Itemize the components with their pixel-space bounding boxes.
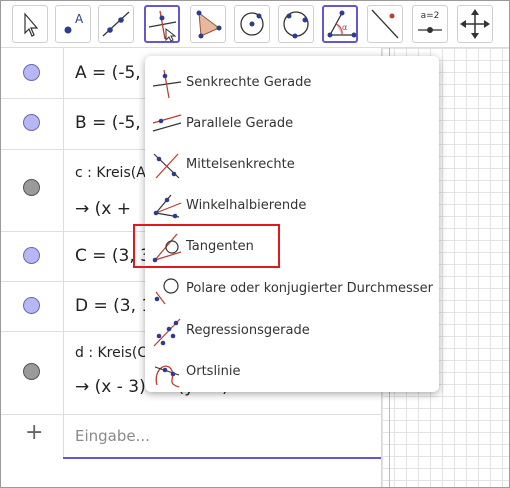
best-fit-line-icon <box>153 318 181 347</box>
line-through-points-icon <box>102 11 130 37</box>
perpendicular-line-icon <box>152 69 182 99</box>
input-bar[interactable]: Eingabe... <box>75 427 150 445</box>
visibility-toggle[interactable] <box>23 247 40 264</box>
visibility-toggle[interactable] <box>23 64 40 81</box>
svg-text:A: A <box>75 12 84 26</box>
circle-center-tool-button[interactable] <box>234 5 270 43</box>
toolbar: A α a=2 <box>1 1 509 48</box>
perpendicular-bisector-icon <box>153 153 180 179</box>
visibility-toggle[interactable] <box>23 179 40 196</box>
reflect-tool-button[interactable] <box>367 5 403 43</box>
algebra-expression[interactable]: D = (3, 1 <box>75 296 152 316</box>
menu-item-perpendicular-bisector[interactable]: Mittelsenkrechte <box>145 146 439 186</box>
line-tool-button[interactable] <box>98 5 134 43</box>
svg-text:α: α <box>342 23 347 32</box>
menu-item-parallel-line[interactable]: Parallele Gerade <box>145 105 439 145</box>
reflect-line-icon <box>371 9 399 39</box>
move-view-tool-button[interactable] <box>457 5 493 43</box>
move-graphics-icon <box>460 9 490 39</box>
input-underline <box>63 457 381 459</box>
algebra-expression[interactable]: A = (-5, <box>75 63 141 83</box>
highlight-box <box>133 224 280 268</box>
visibility-toggle[interactable] <box>23 363 40 380</box>
visibility-toggle[interactable] <box>23 114 40 131</box>
polar-line-icon <box>154 278 179 305</box>
point-tool-button[interactable]: A <box>55 5 91 43</box>
add-icon[interactable]: + <box>25 420 43 445</box>
menu-item-locus[interactable]: Ortslinie <box>145 353 439 393</box>
slider-tool-button[interactable]: a=2 <box>412 5 448 43</box>
perpendicular-tool-button[interactable] <box>144 5 180 43</box>
menu-item-polar-line[interactable]: Polare oder konjugierter Durchmesser <box>145 270 439 310</box>
slider-icon <box>418 27 442 33</box>
circle-three-points-tool-button[interactable] <box>278 5 314 43</box>
menu-item-angle-bisector[interactable]: Winkelhalbierende <box>145 187 439 227</box>
polygon-tool-button[interactable] <box>190 5 226 43</box>
menu-item-best-fit-line[interactable]: Regressionsgerade <box>145 312 439 352</box>
algebra-expression[interactable]: B = (-5, <box>75 113 141 133</box>
move-tool-button[interactable] <box>12 5 48 43</box>
algebra-expression[interactable]: → (x + <box>75 199 131 219</box>
visibility-toggle[interactable] <box>23 297 40 314</box>
algebra-definition[interactable]: c : Kreis(A <box>75 165 146 181</box>
input-row[interactable]: + Eingabe... <box>1 414 381 459</box>
circle-center-icon <box>240 12 264 36</box>
angle-bisector-icon <box>153 194 182 219</box>
app-window: A α a=2 A = (-5, B = (-5, c: Kreis(A → … <box>0 0 510 488</box>
perpendicular-line-icon <box>148 10 177 42</box>
point-a-icon: A <box>64 12 84 34</box>
arrow-cursor-icon <box>24 12 39 37</box>
angle-tool-button[interactable]: α <box>322 5 358 43</box>
circle-three-points-icon <box>283 11 309 39</box>
locus-icon <box>154 365 180 388</box>
menu-item-perpendicular-line[interactable]: Senkrechte Gerade <box>145 64 439 104</box>
angle-icon: α <box>327 10 357 38</box>
triangle-icon <box>196 10 222 39</box>
parallel-line-icon <box>152 114 182 132</box>
